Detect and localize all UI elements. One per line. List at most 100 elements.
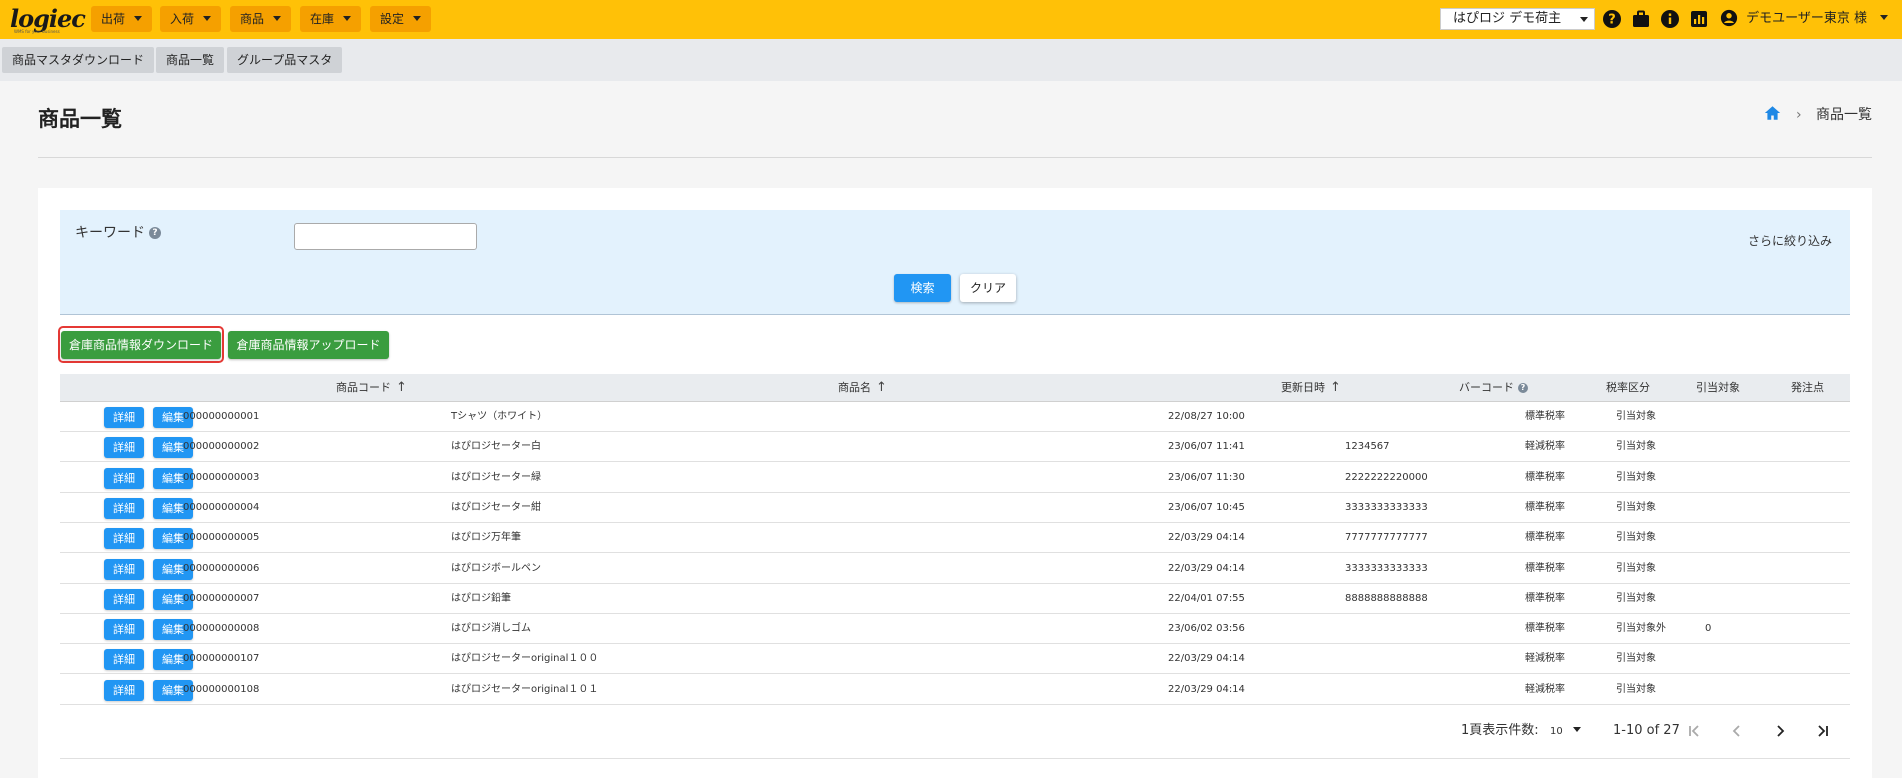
chevron-right-icon[interactable] — [1771, 722, 1789, 740]
account-circle-icon — [1720, 9, 1738, 26]
cell-allocation: 引当対象 — [1616, 592, 1656, 604]
nav-settings-menu[interactable]: 設定 — [370, 6, 432, 32]
cell-allocation: 引当対象 — [1616, 532, 1656, 544]
nav-products-menu[interactable]: 商品 — [230, 6, 292, 32]
caret-down-icon — [1580, 17, 1588, 22]
detail-button[interactable]: 詳細 — [104, 467, 144, 489]
keyword-input[interactable] — [294, 223, 477, 250]
col-reorder-point: 発注点 — [1791, 381, 1824, 394]
detail-button[interactable]: 詳細 — [104, 497, 144, 519]
info-icon[interactable] — [1660, 9, 1680, 29]
detail-button[interactable]: 詳細 — [104, 558, 144, 580]
cell-product-code: 000000000007 — [183, 592, 260, 604]
cell-product-name: はぴロジ万年筆 — [451, 532, 521, 544]
col-updated-at[interactable]: 更新日時 ↑ — [1281, 374, 1341, 402]
detail-button[interactable]: 詳細 — [104, 437, 144, 459]
nav-shipping-menu[interactable]: 出荷 — [91, 6, 153, 32]
cell-product-name: はぴロジセーター白 — [451, 441, 541, 453]
table-row: 詳細 編集 000000000003 はぴロジセーター緑 23/06/07 11:30 2… — [60, 462, 1850, 493]
per-page-select[interactable]: 10 — [1550, 720, 1581, 742]
cell-tax-class: 標準税率 — [1525, 411, 1565, 422]
cell-updated-at: 23/06/07 10:45 — [1168, 501, 1245, 513]
subnav-group-master[interactable]: グループ品マスタ — [227, 47, 343, 73]
divider — [38, 157, 1872, 158]
cell-updated-at: 23/06/07 11:30 — [1168, 471, 1245, 483]
user-menu[interactable]: デモユーザー東京 様 — [1720, 7, 1889, 31]
cell-product-name: はぴロジ鉛筆 — [451, 592, 511, 604]
clear-button[interactable]: クリア — [960, 274, 1016, 302]
warehouse-upload-button[interactable]: 倉庫商品情報アップロード — [228, 331, 389, 359]
cell-barcode: 3333333333333 — [1345, 562, 1428, 574]
top-bar: logiec WMS for your business 出荷 入荷 商品 在庫… — [0, 0, 1902, 39]
cell-allocation: 引当対象外 — [1616, 623, 1666, 635]
cell-tax-class: 標準税率 — [1525, 562, 1565, 574]
caret-down-icon — [273, 16, 282, 21]
last-page-icon[interactable] — [1814, 722, 1832, 740]
table-row: 詳細 編集 000000000007 はぴロジ鉛筆 22/04/01 07:55 8888… — [60, 583, 1850, 614]
cell-tax-class: 標準税率 — [1525, 501, 1565, 513]
first-page-icon[interactable] — [1685, 722, 1703, 740]
shipper-select[interactable]: はぴロジ デモ荷主 — [1440, 8, 1595, 30]
search-button[interactable]: 検索 — [894, 274, 951, 302]
caret-down-icon — [413, 16, 422, 21]
cell-product-name: はぴロジボールペン — [451, 562, 541, 574]
nav-receiving-menu[interactable]: 入荷 — [160, 6, 222, 32]
page-range: 1-10 of 27 — [1613, 723, 1680, 738]
detail-button[interactable]: 詳細 — [104, 528, 144, 550]
cell-product-name: はぴロジセーター緑 — [451, 471, 541, 483]
detail-button[interactable]: 詳細 — [104, 649, 144, 671]
cell-product-code: 000000000107 — [183, 653, 260, 665]
subnav-product-master-download[interactable]: 商品マスタダウンロード — [2, 47, 155, 73]
cell-product-code: 000000000006 — [183, 562, 260, 574]
chevron-left-icon[interactable] — [1728, 722, 1746, 740]
cell-updated-at: 22/04/01 07:55 — [1168, 592, 1245, 604]
col-product-name[interactable]: 商品名 ↑ — [838, 374, 887, 402]
cell-allocation: 引当対象 — [1616, 683, 1656, 695]
arrow-up-icon: ↑ — [396, 380, 407, 395]
briefcase-icon[interactable] — [1631, 9, 1651, 29]
cell-product-code: 000000000003 — [183, 471, 260, 483]
cell-product-code: 000000000001 — [183, 411, 260, 422]
table-row: 詳細 編集 000000000004 はぴロジセーター紺 23/06/07 10:45 3… — [60, 492, 1850, 523]
report-chart-icon[interactable] — [1689, 9, 1709, 29]
detail-button[interactable]: 詳細 — [104, 407, 144, 428]
sub-nav: 商品マスタダウンロード 商品一覧 グループ品マスタ — [0, 39, 1902, 81]
cell-updated-at: 23/06/07 11:41 — [1168, 441, 1245, 453]
col-product-code[interactable]: 商品コード ↑ — [336, 374, 407, 402]
table-row: 詳細 編集 000000000001 Tシャツ（ホワイト） 22/08/27 10:00… — [60, 402, 1850, 432]
detail-button[interactable]: 詳細 — [104, 679, 144, 701]
help-circle-icon[interactable]: ? — [1518, 383, 1528, 393]
table-row: 詳細 編集 000000000107 はぴロジセーターoriginal１００ 22/03… — [60, 644, 1850, 675]
help-circle-icon[interactable]: ? — [149, 227, 161, 239]
cell-updated-at: 22/03/29 04:14 — [1168, 653, 1245, 665]
nav-inventory-menu[interactable]: 在庫 — [300, 6, 362, 32]
table-row: 詳細 編集 000000000002 はぴロジセーター白 23/06/07 11:41 1… — [60, 432, 1850, 463]
cell-product-code: 000000000004 — [183, 501, 260, 513]
refine-toggle[interactable]: さらに絞り込み — [1748, 232, 1832, 249]
cell-barcode: 8888888888888 — [1345, 592, 1428, 604]
home-icon[interactable] — [1764, 105, 1781, 121]
svg-text:?: ? — [1608, 13, 1616, 28]
cell-product-code: 000000000008 — [183, 623, 260, 635]
cell-product-name: はぴロジ消しゴム — [451, 623, 531, 635]
detail-button[interactable]: 詳細 — [104, 588, 144, 610]
cell-tax-class: 標準税率 — [1525, 471, 1565, 483]
breadcrumb: › 商品一覧 — [1764, 104, 1872, 124]
cell-allocation: 引当対象 — [1616, 501, 1656, 513]
breadcrumb-current: 商品一覧 — [1816, 107, 1872, 123]
cell-updated-at: 23/06/02 03:56 — [1168, 623, 1245, 635]
arrow-up-icon: ↑ — [1330, 380, 1341, 395]
per-page-label: 1頁表示件数: — [1461, 723, 1539, 738]
keyword-label: キーワード? — [75, 222, 161, 242]
help-icon[interactable]: ? — [1602, 9, 1622, 29]
detail-button[interactable]: 詳細 — [104, 619, 144, 641]
subnav-product-list[interactable]: 商品一覧 — [156, 47, 225, 73]
cell-barcode: 2222222220000 — [1345, 471, 1428, 483]
table-row: 詳細 編集 000000000108 はぴロジセーターoriginal１０１ 22/03… — [60, 674, 1850, 705]
cell-tax-class: 軽減税率 — [1525, 441, 1565, 453]
cell-tax-class: 標準税率 — [1525, 592, 1565, 604]
cell-barcode: 3333333333333 — [1345, 501, 1428, 513]
cell-barcode: 1234567 — [1345, 441, 1390, 453]
warehouse-download-button[interactable]: 倉庫商品情報ダウンロード — [61, 331, 221, 359]
cell-allocation: 引当対象 — [1616, 411, 1656, 422]
